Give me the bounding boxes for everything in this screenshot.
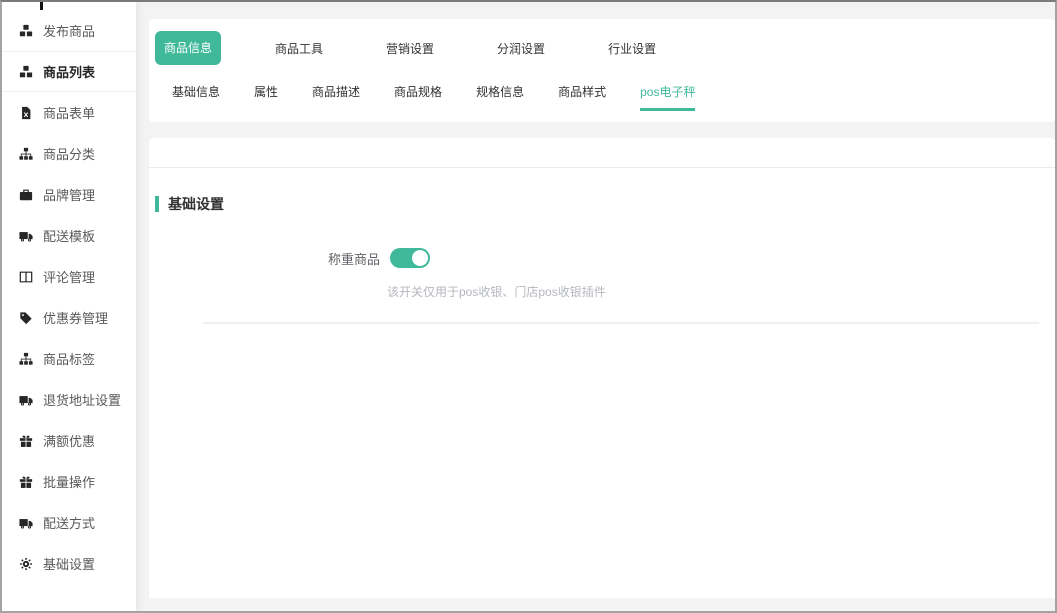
content-header-divider <box>149 138 1055 168</box>
truck-icon <box>19 516 34 530</box>
sidebar-item-label: 发布商品 <box>43 21 95 40</box>
main-tab-5[interactable]: 行业设置 <box>608 40 656 57</box>
sidebar-item-8[interactable]: 优惠券管理 <box>2 297 136 338</box>
cubes-icon <box>19 65 34 79</box>
truck-icon <box>19 393 34 407</box>
sidebar-item-label: 评论管理 <box>43 267 95 286</box>
section-title: 基础设置 <box>168 194 224 214</box>
sidebar-item-label: 满额优惠 <box>43 431 95 450</box>
columns-icon <box>19 270 34 284</box>
main-area: 商品信息 商品工具 营销设置 分润设置 行业设置 基础信息 属性 商品描述 商品规格 规格信息 商… <box>136 2 1055 611</box>
sub-tab-4[interactable]: 商品规格 <box>394 83 442 111</box>
sidebar-item-label: 商品分类 <box>43 144 95 163</box>
sub-tabs: 基础信息 属性 商品描述 商品规格 规格信息 商品样式 pos电子秤 <box>149 65 1055 111</box>
tag-icon <box>19 311 34 325</box>
sidebar: 发布商品 商品列表 商品表单 商品分类 品牌管理 配送模板 评论管理 <box>2 2 136 611</box>
main-tabs: 商品信息 商品工具 营销设置 分润设置 行业设置 <box>149 19 1055 65</box>
gift-icon <box>19 434 34 448</box>
form-divider <box>203 322 1039 324</box>
weigh-goods-label: 称重商品 <box>328 249 380 268</box>
toggle-knob-icon <box>412 250 428 266</box>
cubes-icon <box>19 24 34 38</box>
main-tab-4[interactable]: 分润设置 <box>497 40 545 57</box>
sidebar-item-5[interactable]: 品牌管理 <box>2 174 136 215</box>
briefcase-icon <box>19 188 34 202</box>
sidebar-item-label: 退货地址设置 <box>43 390 121 409</box>
sub-tab-3[interactable]: 商品描述 <box>312 83 360 111</box>
weigh-goods-toggle[interactable] <box>390 248 430 268</box>
sidebar-item-label: 批量操作 <box>43 472 95 491</box>
gift-icon <box>19 475 34 489</box>
section-accent-bar <box>155 196 159 212</box>
text-caret-artifact <box>40 2 43 10</box>
main-tab-1[interactable]: 商品信息 <box>155 31 221 65</box>
main-tab-3[interactable]: 营销设置 <box>386 40 434 57</box>
sidebar-item-label: 商品列表 <box>43 62 95 81</box>
sub-tab-2[interactable]: 属性 <box>254 83 278 111</box>
sidebar-item-4[interactable]: 商品分类 <box>2 133 136 174</box>
sub-tab-5[interactable]: 规格信息 <box>476 83 524 111</box>
sub-tab-6[interactable]: 商品样式 <box>558 83 606 111</box>
sidebar-item-9[interactable]: 商品标签 <box>2 338 136 379</box>
gear-icon <box>19 557 34 571</box>
sub-tab-1[interactable]: 基础信息 <box>172 83 220 111</box>
sidebar-item-label: 配送方式 <box>43 513 95 532</box>
sidebar-item-3[interactable]: 商品表单 <box>2 92 136 133</box>
sidebar-item-label: 优惠券管理 <box>43 308 108 327</box>
sidebar-item-1[interactable]: 发布商品 <box>2 10 136 51</box>
sidebar-item-label: 品牌管理 <box>43 185 95 204</box>
sidebar-item-label: 基础设置 <box>43 554 95 573</box>
sidebar-item-label: 商品表单 <box>43 103 95 122</box>
sidebar-item-6[interactable]: 配送模板 <box>2 215 136 256</box>
section-header: 基础设置 <box>155 196 1055 212</box>
sitemap-icon <box>19 147 34 161</box>
weigh-goods-help-text: 该开关仅用于pos收银、门店pos收银插件 <box>387 283 1039 300</box>
sidebar-item-12[interactable]: 批量操作 <box>2 461 136 502</box>
main-tab-2[interactable]: 商品工具 <box>275 40 323 57</box>
sidebar-item-2[interactable]: 商品列表 <box>2 51 136 92</box>
app-window: 发布商品 商品列表 商品表单 商品分类 品牌管理 配送模板 评论管理 <box>0 0 1057 613</box>
file-excel-icon <box>19 106 34 120</box>
sitemap-icon <box>19 352 34 366</box>
sidebar-item-10[interactable]: 退货地址设置 <box>2 379 136 420</box>
sidebar-item-11[interactable]: 满额优惠 <box>2 420 136 461</box>
sub-tab-7[interactable]: pos电子秤 <box>640 83 695 111</box>
sidebar-item-13[interactable]: 配送方式 <box>2 502 136 543</box>
weigh-goods-row: 称重商品 <box>328 248 1055 268</box>
content-card: 基础设置 称重商品 该开关仅用于pos收银、门店pos收银插件 <box>149 138 1055 598</box>
sidebar-item-14[interactable]: 基础设置 <box>2 543 136 584</box>
truck-icon <box>19 229 34 243</box>
sidebar-item-7[interactable]: 评论管理 <box>2 256 136 297</box>
tabs-card: 商品信息 商品工具 营销设置 分润设置 行业设置 基础信息 属性 商品描述 商品规格 规格信息 商… <box>149 19 1055 122</box>
sidebar-item-label: 商品标签 <box>43 349 95 368</box>
sidebar-item-label: 配送模板 <box>43 226 95 245</box>
